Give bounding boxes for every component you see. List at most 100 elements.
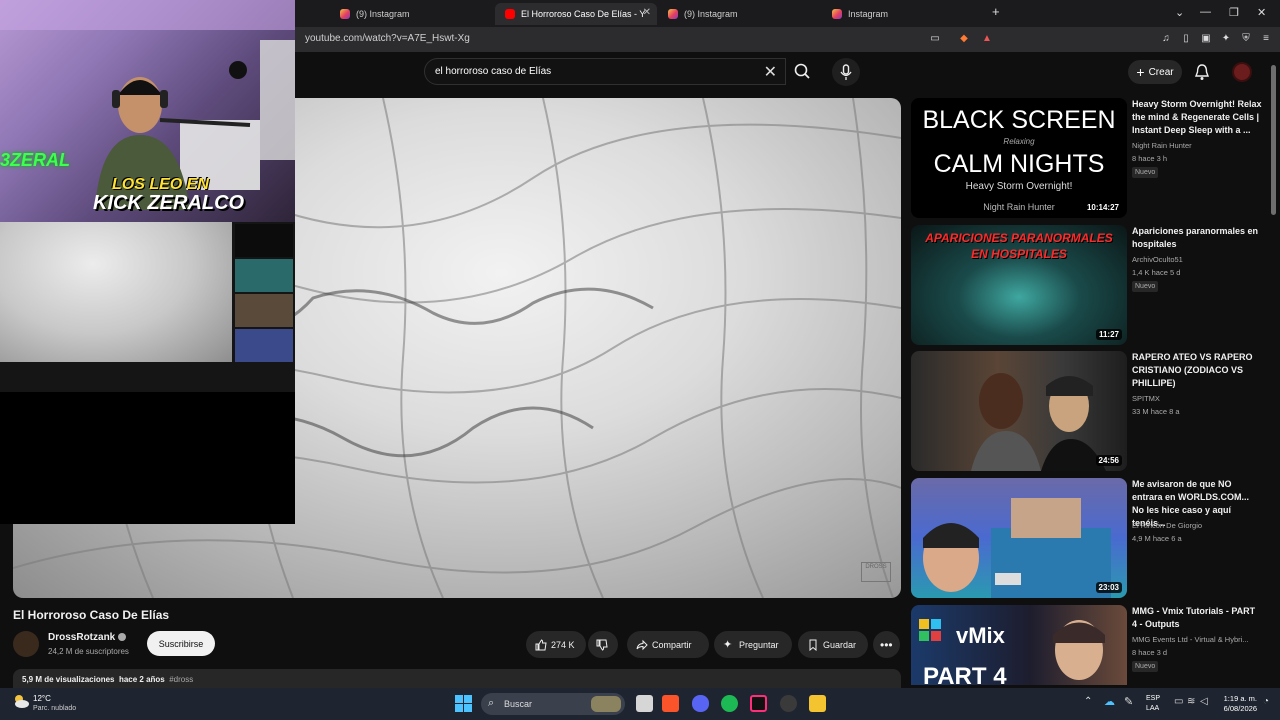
like-count: 274 K [551,639,575,650]
save-button[interactable]: Guardar [798,631,868,658]
minimize-icon[interactable]: — [1200,6,1211,18]
file-explorer-icon[interactable] [809,695,826,712]
taskbar: 12°C Parc. nublado ⌕ Buscar ⌃ ☁ ✎ ESP LA… [0,688,1280,720]
vpn-icon[interactable]: ⛨ [1240,33,1252,45]
thumb-text: CALM NIGHTS [933,150,1105,178]
channel-name[interactable]: DrossRotzank [48,632,115,643]
recommendation-meta: 8 hace 3 d [1132,648,1168,657]
video-thumbnail[interactable]: 24:56 [911,351,1127,471]
task-view-icon[interactable] [636,695,653,712]
system-clock[interactable]: 1:19 a. m. 6/08/2026 [1213,694,1257,714]
wifi-icon[interactable]: ≋ [1187,696,1195,707]
recommendation-meta: 4,9 M hace 6 a [1132,534,1182,543]
keyboard-language[interactable]: ESP LAA [1146,694,1160,714]
url-field[interactable]: youtube.com/watch?v=A7E_Hswt-Xg [305,33,470,44]
clock-time: 1:19 a. m. [1223,694,1257,703]
recommendation-title[interactable]: Apariciones paranormales en hospitales [1132,225,1262,251]
thumb-text: EN HOSPITALES [971,247,1067,261]
recommendation-title[interactable]: Heavy Storm Overnight! Relax the mind & … [1132,98,1262,137]
maximize-icon[interactable]: ❐ [1229,6,1239,19]
video-thumbnail[interactable]: APARICIONES PARANORMALES EN HOSPITALES 1… [911,225,1127,345]
recommendation-card[interactable]: APARICIONES PARANORMALES EN HOSPITALES 1… [911,225,1271,345]
weather-cloud-icon[interactable] [12,692,30,710]
channel-avatar[interactable] [13,631,39,657]
recommendation-channel[interactable]: ArchivOculto51 [1132,255,1183,264]
volume-icon[interactable]: ◁ [1200,696,1208,707]
recommendation-channel[interactable]: SPITMX [1132,394,1160,403]
brave-shield-icon[interactable]: ◆ [958,33,970,45]
create-label: Crear [1148,66,1174,78]
sidebar-icon[interactable]: ▯ [1180,33,1192,45]
recommendation-card[interactable]: 24:56 RAPERO ATEO VS RAPERO CRISTIANO (Z… [911,351,1271,471]
thumb-text: APARICIONES PARANORMALES [925,231,1113,245]
notification-bell-icon[interactable]: ◔ [1263,696,1269,707]
weather-description[interactable]: Parc. nublado [33,705,76,712]
cloud-sync-icon[interactable]: ☁ [1104,695,1115,708]
ask-button[interactable]: ✦ Preguntar [714,631,792,658]
create-button[interactable]: + Crear [1128,60,1182,84]
spotify-icon[interactable] [721,695,738,712]
wallet-icon[interactable]: ▣ [1200,33,1212,45]
recommendation-channel[interactable]: MMG Events Ltd - Virtual & Hybri... [1132,635,1249,644]
close-tab-icon[interactable]: ✕ [643,7,651,18]
new-tab-button[interactable]: + [992,4,1000,19]
discord-icon[interactable] [692,695,709,712]
weather-temperature[interactable]: 12°C [33,694,51,703]
brave-browser-icon[interactable] [662,695,679,712]
tiktok-icon[interactable] [750,695,767,712]
save-label: Guardar [823,639,857,650]
taskbar-search[interactable]: ⌕ Buscar [481,693,625,715]
recommendation-channel[interactable]: Night Rain Hunter [1132,141,1192,150]
search-button[interactable] [786,58,818,85]
recommendation-card[interactable]: vMix PART 4 MMG - Vmix Tutorials - PART … [911,605,1271,685]
browser-tab[interactable]: Instagram [822,3,982,25]
notifications-button[interactable] [1193,62,1211,82]
recommendation-channel[interactable]: El Rincón De Giorgio [1132,521,1202,530]
windows-start-icon[interactable] [455,695,472,712]
chevron-down-icon[interactable]: ⌄ [1175,6,1184,19]
tab-label: Instagram [848,9,889,19]
voice-search-button[interactable] [832,58,860,86]
video-thumbnail[interactable]: BLACK SCREEN Relaxing CALM NIGHTS Heavy … [911,98,1127,218]
share-button[interactable]: Compartir [627,631,709,658]
instagram-icon [668,9,678,19]
scrollbar-thumb[interactable] [1271,65,1276,215]
extensions-icon[interactable]: ✦ [1220,33,1232,45]
recommendation-meta: 33 M hace 8 a [1132,407,1180,416]
pen-icon[interactable]: ✎ [1124,695,1133,708]
steam-icon[interactable] [780,695,797,712]
microphone-icon [840,64,852,80]
browser-tab-active[interactable]: El Horroroso Caso De Elías - Y ✕ [495,3,657,25]
browser-tab[interactable]: (9) Instagram [330,3,490,25]
page-scrollbar[interactable] [1270,55,1278,685]
recommendation-card[interactable]: BLACK SCREEN Relaxing CALM NIGHTS Heavy … [911,98,1271,218]
description-box[interactable]: 5,9 M de visualizaciones hace 2 años #dr… [13,669,901,689]
more-actions-button[interactable]: ••• [873,631,900,658]
search-input[interactable]: el horroroso caso de Elías ✕ [424,58,786,85]
clear-search-icon[interactable]: ✕ [764,62,777,82]
monitor-icon[interactable]: ▭ [1174,696,1183,707]
video-thumbnail[interactable]: vMix PART 4 [911,605,1127,685]
subscriber-count: 24,2 M de suscriptores [48,647,129,656]
menu-icon[interactable]: ≡ [1260,33,1272,45]
stream-preview [0,222,295,392]
chevron-up-icon[interactable]: ⌃ [1084,696,1092,707]
media-icon[interactable]: ♫ [1160,33,1172,45]
lang-layout: LAA [1146,705,1160,712]
close-window-icon[interactable]: ✕ [1257,6,1266,19]
account-avatar[interactable] [1232,62,1252,82]
recommendation-card[interactable]: 23:03 Me avisaron de que NO entrara en W… [911,478,1271,598]
rewards-icon[interactable]: ▲ [981,33,993,45]
dislike-button[interactable] [588,631,618,658]
like-button[interactable]: 274 K [526,631,586,658]
video-thumbnail[interactable]: 23:03 [911,478,1127,598]
thumb-scene [971,373,1106,471]
search-icon: ⌕ [488,697,495,709]
recommendation-title[interactable]: MMG - Vmix Tutorials - PART 4 - Outputs [1132,605,1262,631]
duration-badge: 10:14:27 [1083,202,1122,213]
screen-icon[interactable]: ▭ [929,33,941,45]
recommendation-title[interactable]: RAPERO ATEO VS RAPERO CRISTIANO (ZODIACO… [1132,351,1262,390]
browser-tab[interactable]: (9) Instagram [658,3,818,25]
hashtag[interactable]: #dross [169,675,193,684]
subscribe-button[interactable]: Suscribirse [147,631,215,656]
